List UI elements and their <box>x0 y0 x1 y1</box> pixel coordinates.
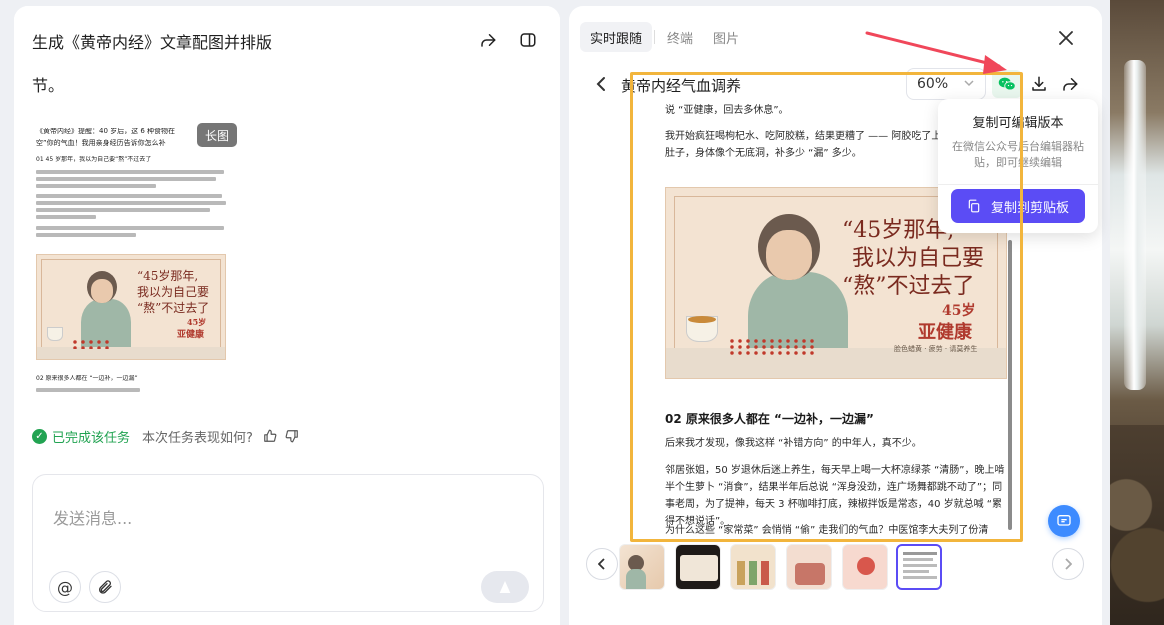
thumbnails-prev-button[interactable] <box>586 548 618 580</box>
thumb-headline: 《黄帝内经》提醒：40 岁后，这 6 种食物在 <box>36 128 176 134</box>
feedback-chat-button[interactable] <box>1048 505 1080 537</box>
thumb-quote-2: 我以为自己要 <box>137 285 210 299</box>
preview-scrollbar[interactable] <box>1008 240 1012 530</box>
chat-messages: 您可直接使用生成的 HTML 文件进行公众号发布，或根据需求调整细节。 《黄帝内… <box>14 62 560 402</box>
toggle-sidepanel-button[interactable] <box>514 26 542 54</box>
message-input[interactable]: 发送消息... <box>53 505 132 529</box>
thumb-poster: “45岁那年, 我以为自己要 “熬”不过去了 45岁 亚健康 <box>36 254 226 360</box>
zoom-select[interactable]: 60% <box>906 68 986 100</box>
copy-button-label: 复制到剪贴板 <box>990 200 1069 216</box>
thumbnail-2[interactable] <box>675 544 721 590</box>
share-button[interactable] <box>474 26 502 54</box>
message-composer[interactable]: 发送消息... @ <box>32 474 544 612</box>
share-icon <box>1063 78 1078 91</box>
thumb-section-1: 01 45 岁那年，我以为自己要“熬”不过去了 <box>36 156 152 163</box>
close-panel-button[interactable] <box>1055 27 1077 49</box>
copy-to-clipboard-button[interactable]: 复制到剪贴板 <box>951 189 1085 223</box>
close-icon <box>1059 31 1073 45</box>
tab-live-follow[interactable]: 实时跟随 <box>580 22 653 52</box>
thumb-sub-2: 亚健康 <box>177 330 205 340</box>
document-title: 黄帝内经气血调养 <box>621 77 742 95</box>
preview-paragraph: 邻居张姐，50 岁退休后迷上养生，每天早上喝一大杯凉绿茶 “清肠”，晚上啃半个生… <box>665 465 1005 527</box>
thumbs-down-button[interactable] <box>284 428 300 444</box>
preview-toolbar: 黄帝内经气血调养 60% <box>569 68 1102 100</box>
thumb-section-2: 02 原来很多人都在 “一边补，一边漏” <box>36 375 138 382</box>
thumb-headline-2: 空”你的气血！我用亲身经历告诉你怎么补 <box>36 139 166 147</box>
preview-heading: 02 原来很多人都在 “一边补，一边漏” <box>665 412 874 426</box>
chevron-left-icon <box>596 77 605 91</box>
thumb-quote-1: “45岁那年, <box>137 269 199 283</box>
check-circle-icon: ✓ <box>32 428 47 444</box>
send-button[interactable] <box>481 571 529 603</box>
sidepanel-icon <box>520 33 536 47</box>
long-image-badge: 长图 <box>197 123 237 147</box>
wechat-copy-button[interactable] <box>992 70 1022 98</box>
desktop-background <box>1110 0 1164 625</box>
share-icon <box>481 34 496 47</box>
thumbs-up-button[interactable] <box>262 428 278 444</box>
preview-paragraph: 为什么这些 “家常菜” 会悄悄 “偷” 走我们的气血？中医馆李大夫列了份清单： <box>665 525 989 536</box>
tab-images[interactable]: 图片 <box>703 22 749 52</box>
task-status-row: ✓ 已完成该任务 本次任务表现如何? <box>32 426 300 446</box>
at-icon: @ <box>57 577 73 597</box>
poster-quote-line-3: “熬”不过去了 <box>842 274 975 299</box>
share-preview-button[interactable] <box>1056 70 1084 98</box>
chat-header: 生成《黄帝内经》文章配图并排版 <box>14 6 560 72</box>
long-image-preview[interactable]: 《黄帝内经》提醒：40 岁后，这 6 种食物在 空”你的气血！我用亲身经历告诉你… <box>36 122 232 402</box>
preview-tabs: 实时跟随 终端 图片 <box>580 22 749 52</box>
thumbs-down-icon <box>285 430 298 443</box>
task-done-label: 已完成该任务 <box>52 430 131 446</box>
poster-sub-line-2: 亚健康 <box>918 322 972 343</box>
poster-tagline: 脸色蜡黄 · 疲劳 · 请莫养生 <box>894 345 978 353</box>
page-thumbnail-strip <box>585 542 1085 590</box>
rocks <box>1110 425 1164 625</box>
paperclip-icon <box>99 580 112 594</box>
popover-description: 在微信公众号后台编辑器粘贴，即可继续编辑 <box>952 140 1084 169</box>
back-button[interactable] <box>589 71 613 97</box>
thumbnail-5[interactable] <box>842 544 888 590</box>
chevron-left-icon <box>598 558 605 570</box>
chat-bubble-icon <box>1057 515 1071 526</box>
waterfall <box>1124 60 1146 390</box>
thumbnail-1[interactable] <box>619 544 665 590</box>
thumbnails-next-button[interactable] <box>1052 548 1084 580</box>
mention-button[interactable]: @ <box>49 571 81 603</box>
zoom-value: 60% <box>917 76 949 92</box>
thumbnail-4[interactable] <box>786 544 832 590</box>
thumbnail-3[interactable] <box>730 544 776 590</box>
thumb-quote-3: “熬”不过去了 <box>137 301 210 315</box>
chat-title: 生成《黄帝内经》文章配图并排版 <box>32 33 273 52</box>
chat-panel: 生成《黄帝内经》文章配图并排版 您可直接使用生成的 HTML 文件进行公众号发布… <box>14 6 560 625</box>
send-arrow-icon <box>499 581 511 593</box>
chevron-down-icon <box>964 80 974 87</box>
wechat-icon <box>998 77 1016 91</box>
popover-title: 复制可编辑版本 <box>972 116 1064 131</box>
rate-prompt: 本次任务表现如何? <box>142 430 253 446</box>
attach-button[interactable] <box>89 571 121 603</box>
chevron-right-icon <box>1065 558 1072 570</box>
poster-sub-line-1: 45岁 <box>942 303 976 319</box>
thumbs-up-icon <box>264 429 277 442</box>
preview-paragraph: 后来我才发现，像我这样 “补错方向” 的中年人，真不少。 <box>665 438 922 449</box>
copy-icon <box>967 199 981 213</box>
copy-popover: 复制可编辑版本 在微信公众号后台编辑器粘贴，即可继续编辑 复制到剪贴板 <box>938 99 1098 233</box>
tab-terminal[interactable]: 终端 <box>657 22 703 52</box>
download-button[interactable] <box>1025 70 1053 98</box>
thumbnail-6[interactable] <box>896 544 942 590</box>
download-icon <box>1032 76 1046 91</box>
